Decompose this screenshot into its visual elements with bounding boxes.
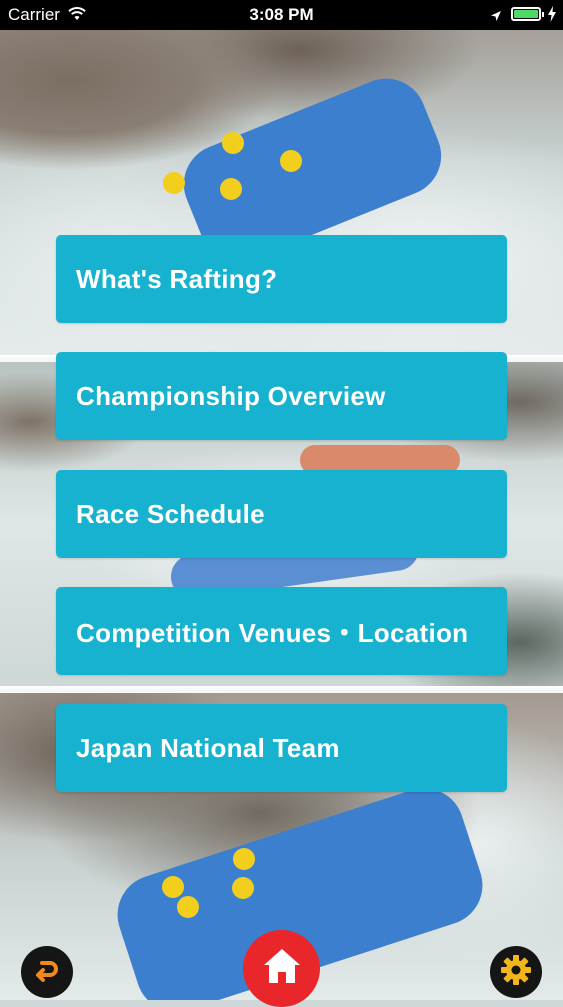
charging-bolt-icon [548, 6, 556, 25]
menu-button-competition-venues[interactable]: Competition Venues・Location [56, 587, 507, 675]
menu-button-whats-rafting[interactable]: What's Rafting? [56, 235, 507, 323]
battery-icon [511, 7, 541, 21]
helmet-shape [162, 876, 184, 898]
status-time: 3:08 PM [249, 5, 314, 24]
helmet-shape [177, 896, 199, 918]
helmet-shape [163, 172, 185, 194]
helmet-shape [280, 150, 302, 172]
battery-tip [542, 12, 544, 17]
gear-icon [500, 954, 532, 991]
location-arrow-icon [490, 7, 502, 27]
settings-button[interactable] [490, 946, 542, 998]
helmet-shape [233, 848, 255, 870]
menu-button-japan-national-team[interactable]: Japan National Team [56, 704, 507, 792]
helmet-shape [220, 178, 242, 200]
helmet-shape [232, 877, 254, 899]
helmet-shape [222, 132, 244, 154]
menu-button-race-schedule[interactable]: Race Schedule [56, 470, 507, 558]
home-button[interactable] [243, 930, 320, 1007]
home-icon [262, 947, 302, 990]
menu-button-championship-overview[interactable]: Championship Overview [56, 352, 507, 440]
back-button[interactable] [21, 946, 73, 998]
status-bar: Carrier 3:08 PM [0, 0, 563, 30]
back-arrow-icon [32, 955, 62, 990]
